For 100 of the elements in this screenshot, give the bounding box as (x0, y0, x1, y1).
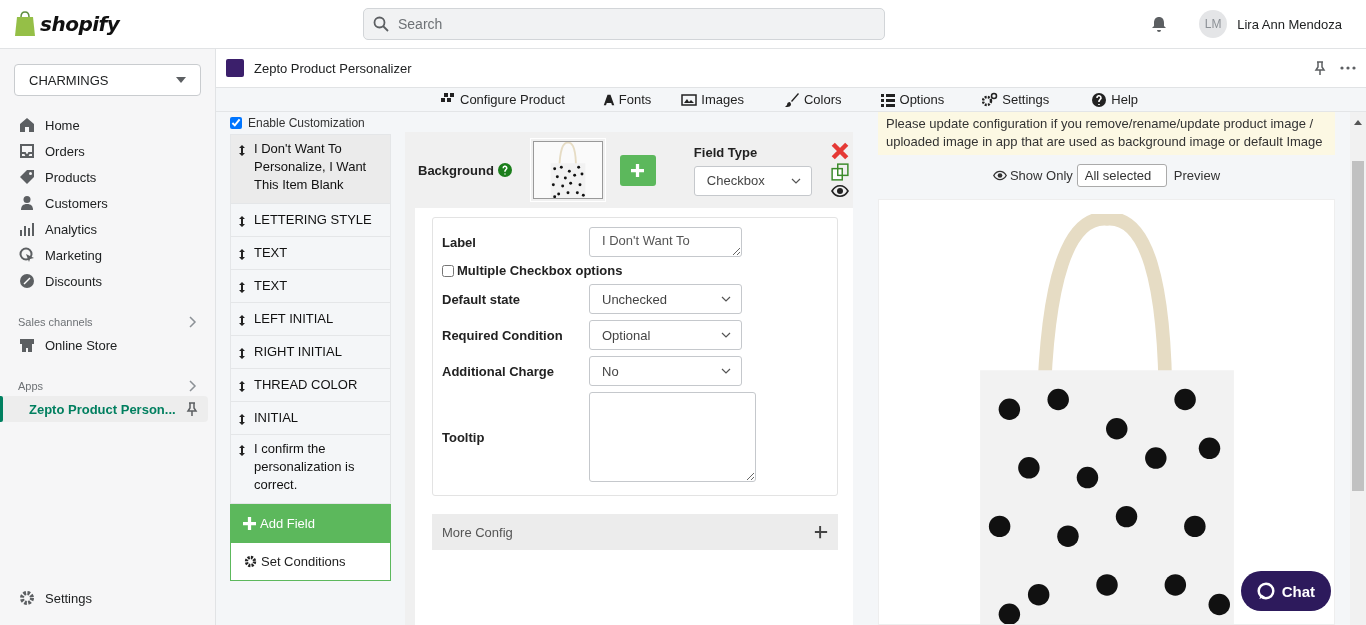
image-icon (681, 91, 698, 108)
nav-item[interactable]: Home (0, 112, 208, 138)
field-list-item[interactable]: INITIAL (230, 402, 391, 435)
logo-text: shopify (40, 12, 120, 36)
delete-button[interactable] (831, 142, 849, 160)
nav-item[interactable]: Marketing (0, 242, 208, 268)
chevron-down-icon (790, 177, 801, 184)
set-conditions-button[interactable]: Set Conditions (230, 543, 391, 581)
toolbar-tab[interactable]: Options (879, 91, 945, 108)
checkbox-label: Enable Customization (248, 116, 365, 130)
more-config-bar[interactable]: More Config (432, 514, 838, 550)
toolbar-tab[interactable]: Settings (982, 91, 1050, 108)
select-field[interactable]: No (589, 356, 742, 386)
field-label: Default state (442, 291, 522, 307)
field-list-item[interactable]: TEXT (230, 270, 391, 303)
plus-icon (631, 163, 645, 177)
tooltip-input[interactable] (589, 392, 756, 482)
close-icon (831, 142, 849, 160)
help-icon (1091, 91, 1108, 108)
nav-item[interactable]: Orders (0, 138, 208, 164)
copy-icon (831, 163, 849, 181)
person-icon (19, 195, 35, 211)
bell-icon (1151, 16, 1168, 32)
field-label: Additional Charge (442, 363, 555, 379)
help-icon (497, 163, 512, 177)
toolbar-tab[interactable]: Colors (783, 91, 842, 108)
filter-field[interactable]: All selected (1076, 163, 1167, 187)
toolbar-tab[interactable]: Fonts (602, 91, 652, 108)
search-icon (373, 16, 389, 32)
plus-icon (814, 525, 828, 539)
chat-bubble-icon (1256, 582, 1275, 600)
sort-icon (239, 414, 245, 425)
add-image-button[interactable] (619, 154, 656, 186)
pin-icon (185, 402, 198, 416)
sort-icon (239, 145, 245, 156)
field-list-item[interactable]: THREAD COLOR (230, 369, 391, 402)
nav-item[interactable]: Settings (0, 585, 208, 611)
sort-icon (239, 315, 245, 326)
eye-icon (992, 169, 1007, 181)
label-input[interactable]: I Don't Want To (589, 227, 742, 257)
app-title: Zepto Product Personalizer (254, 60, 412, 76)
chevron-down-icon (721, 296, 731, 302)
field-list-item[interactable]: LETTERING STYLE (230, 204, 391, 237)
preview-label: Preview (1173, 167, 1221, 183)
tag-icon (19, 169, 35, 185)
sort-icon (239, 445, 245, 456)
nav-item[interactable]: Analytics (0, 216, 208, 242)
plus-icon (243, 517, 256, 530)
nav-item[interactable]: Discounts (0, 268, 208, 294)
field-list-item[interactable]: I Don't Want To Personalize, I Want This Item Blank (230, 134, 391, 204)
chevron-down-icon (721, 332, 731, 338)
scrollbar[interactable] (1350, 112, 1366, 625)
sort-icon (239, 381, 245, 392)
store-selector[interactable]: CHARMINGS (14, 64, 201, 96)
search-field[interactable]: Search (363, 8, 885, 40)
list-icon (879, 91, 896, 108)
field-list-item[interactable]: LEFT INITIAL (230, 303, 391, 336)
nav-item[interactable]: Products (0, 164, 208, 190)
select-field[interactable]: Optional (589, 320, 742, 350)
toolbar-tab[interactable]: Configure Product (440, 91, 565, 108)
brush-icon (783, 91, 800, 108)
notice-message: Please update configuration if you remove/rename/update product image / uploaded image in app that are used as background image or default Image (878, 112, 1335, 155)
field-type-select[interactable]: Checkbox (693, 165, 812, 196)
nav-item[interactable]: Zepto Product Person... (0, 396, 208, 422)
field-list-item[interactable]: I confirm the personalization is correct. (230, 435, 391, 504)
shopping-bag-icon (14, 11, 36, 37)
checkbox[interactable] (442, 264, 454, 277)
copy-button[interactable] (831, 163, 849, 181)
preview-button[interactable] (831, 184, 849, 198)
sort-icon (239, 249, 245, 260)
sort-icon (239, 348, 245, 359)
eye-icon (831, 184, 849, 198)
field-label: Required Condition (442, 327, 564, 343)
pin-icon (1314, 61, 1326, 75)
app-logo-icon (226, 59, 244, 77)
arrow-up-icon (1354, 120, 1362, 125)
toolbar-tab[interactable]: Images (681, 91, 744, 108)
nav-item[interactable]: Customers (0, 190, 208, 216)
user-name[interactable]: Lira Ann Mendoza (1237, 16, 1342, 32)
toolbar-tab[interactable]: Help (1091, 91, 1139, 108)
chat-button[interactable]: Chat (1240, 571, 1331, 611)
settings-icon (19, 590, 35, 606)
nav-item[interactable]: Online Store (0, 332, 208, 358)
field-list-item[interactable]: TEXT (230, 237, 391, 270)
more-icon (1340, 66, 1356, 70)
chevron-right-icon (189, 380, 197, 392)
checkbox-label: Multiple Checkbox options (457, 263, 623, 278)
field-label: Tooltip (442, 429, 486, 445)
select-field[interactable]: Unchecked (589, 284, 742, 314)
field-label: Label (442, 234, 477, 250)
chevron-right-icon (189, 316, 197, 328)
field-list-item[interactable]: RIGHT INITIAL (230, 336, 391, 369)
sort-icon (239, 282, 245, 293)
field-type-label: Field Type (693, 144, 759, 160)
chevron-down-icon (721, 368, 731, 374)
checkbox[interactable] (230, 117, 242, 129)
section-heading: Apps (18, 380, 44, 392)
bar-chart-icon (19, 221, 35, 237)
home-icon (19, 117, 35, 133)
background-label: Background (418, 162, 494, 178)
